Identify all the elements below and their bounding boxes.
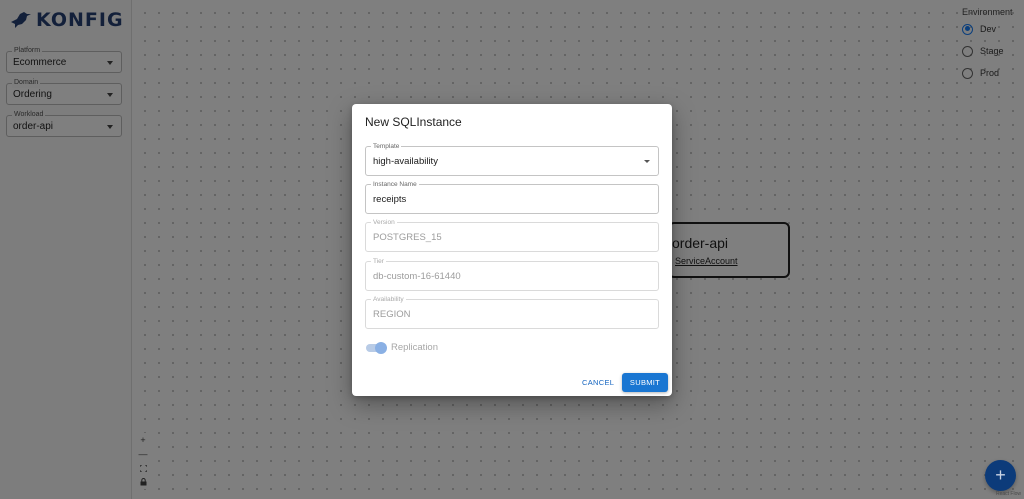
workload-label: Workload: [12, 110, 46, 120]
template-select[interactable]: Template high-availability: [365, 142, 659, 176]
availability-field: Availability REGION: [365, 295, 659, 329]
submit-button[interactable]: SUBMIT: [622, 373, 668, 392]
logo-text: KONFIG: [36, 9, 124, 31]
radio-selected-icon[interactable]: [962, 23, 973, 35]
env-option-stage[interactable]: Stage: [962, 40, 1022, 62]
workload-value: order-api: [13, 121, 54, 132]
version-value: POSTGRES_15: [373, 232, 442, 243]
env-option-label: Stage: [980, 46, 1004, 56]
node-title: order-api: [672, 235, 729, 251]
lock-icon: [140, 478, 146, 486]
lock-button[interactable]: [137, 475, 149, 489]
radio-icon[interactable]: [962, 45, 973, 57]
template-label: Template: [371, 142, 402, 151]
replication-toggle: Replication: [366, 341, 438, 354]
workload-node[interactable]: order-api ServiceAccount: [668, 222, 790, 278]
instance-name-input[interactable]: Instance Name receipts: [365, 180, 659, 214]
version-field: Version POSTGRES_15: [365, 218, 659, 252]
domain-value: Ordering: [13, 89, 52, 100]
template-value: high-availability: [373, 156, 438, 167]
dialog-title: New SQLInstance: [365, 115, 462, 129]
chevron-down-icon: [107, 125, 113, 129]
platform-value: Ecommerce: [13, 57, 67, 68]
environment-selector: Environment Dev Stage Prod: [962, 7, 1022, 84]
tier-field: Tier db-custom-16-61440: [365, 257, 659, 291]
env-option-label: Prod: [980, 68, 1000, 78]
add-resource-button[interactable]: +: [985, 460, 1016, 491]
env-option-prod[interactable]: Prod: [962, 62, 1022, 84]
logo: KONFIG: [10, 9, 124, 31]
environment-title: Environment: [962, 7, 1013, 17]
chevron-down-icon: [107, 61, 113, 65]
fit-view-button[interactable]: [137, 461, 149, 475]
zoom-out-button[interactable]: —: [137, 447, 149, 461]
switch-knob: [375, 341, 387, 354]
replication-switch: [366, 341, 387, 354]
instance-name-label: Instance Name: [371, 180, 419, 189]
availability-label: Availability: [371, 295, 406, 304]
chevron-down-icon: [644, 160, 650, 163]
platform-label: Platform: [12, 46, 43, 56]
new-sqlinstance-dialog: New SQLInstance Template high-availabili…: [352, 104, 672, 396]
radio-icon[interactable]: [962, 67, 973, 79]
react-flow-attribution[interactable]: React Flow: [996, 491, 1021, 497]
domain-select[interactable]: Domain Ordering: [6, 78, 122, 105]
chevron-down-icon: [107, 93, 113, 97]
fit-view-icon: [139, 464, 147, 472]
workload-select[interactable]: Workload order-api: [6, 110, 122, 137]
sidebar: KONFIG Platform Ecommerce Domain Orderin…: [0, 0, 132, 499]
env-option-label: Dev: [980, 24, 997, 34]
instance-name-value[interactable]: receipts: [373, 194, 406, 205]
raven-logo-icon: [11, 12, 31, 28]
availability-value: REGION: [373, 309, 411, 320]
zoom-in-button[interactable]: +: [137, 433, 149, 447]
service-account-link[interactable]: ServiceAccount: [675, 256, 738, 266]
zoom-controls: + —: [137, 433, 149, 489]
tier-label: Tier: [371, 257, 386, 266]
version-label: Version: [371, 218, 397, 227]
cancel-button[interactable]: CANCEL: [579, 374, 617, 391]
env-option-dev[interactable]: Dev: [962, 18, 1022, 40]
replication-label: Replication: [391, 342, 438, 353]
platform-select[interactable]: Platform Ecommerce: [6, 46, 122, 73]
domain-label: Domain: [12, 78, 41, 88]
tier-value: db-custom-16-61440: [373, 271, 461, 282]
